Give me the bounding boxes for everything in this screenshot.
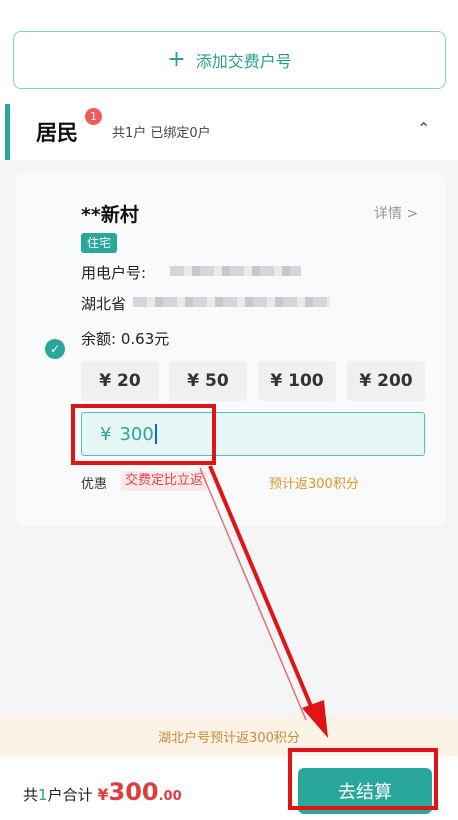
annotation-arrow xyxy=(199,465,328,738)
